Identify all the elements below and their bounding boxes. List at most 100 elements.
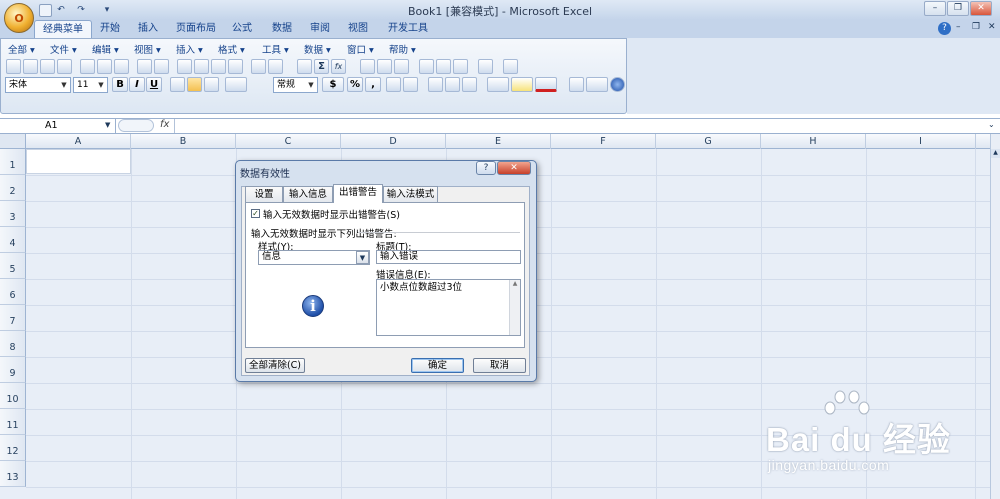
name-box-dropdown-icon[interactable]: ▼ xyxy=(105,121,110,129)
fill-color-icon[interactable] xyxy=(511,77,533,92)
tab-formulas[interactable]: 公式 xyxy=(224,20,260,38)
help-icon[interactable]: ? xyxy=(938,22,951,35)
chart-icon[interactable] xyxy=(419,59,434,74)
menu-tools[interactable]: 工具 ▾ xyxy=(262,42,289,56)
align-left-icon[interactable] xyxy=(170,77,185,92)
tab-view[interactable]: 视图 xyxy=(340,20,376,38)
row-header-1[interactable]: 1 xyxy=(0,149,26,175)
menu-file[interactable]: 文件 ▾ xyxy=(50,42,77,56)
tab-insert[interactable]: 插入 xyxy=(130,20,166,38)
dialog-help-button[interactable]: ? xyxy=(476,161,496,175)
column-header-i[interactable]: I xyxy=(866,134,976,149)
row-header-8[interactable]: 8 xyxy=(0,331,26,357)
select-all-corner[interactable] xyxy=(0,134,26,149)
restore-button[interactable]: ❐ xyxy=(947,1,969,16)
redo-icon[interactable] xyxy=(268,59,283,74)
show-error-checkbox[interactable]: ✓ xyxy=(251,209,260,218)
tab-data[interactable]: 数据 xyxy=(264,20,300,38)
column-header-h[interactable]: H xyxy=(761,134,866,149)
new-icon[interactable] xyxy=(6,59,21,74)
office-button[interactable]: O xyxy=(4,3,34,33)
tab-error-alert[interactable]: 出错警告 xyxy=(333,184,383,203)
bold-button[interactable]: B xyxy=(112,77,128,92)
hyperlink-icon[interactable] xyxy=(297,59,312,74)
styles-icon[interactable] xyxy=(569,77,584,92)
fx-icon[interactable]: fx xyxy=(160,119,169,130)
print-icon[interactable] xyxy=(97,59,112,74)
folder-icon[interactable] xyxy=(503,59,518,74)
cancel-button[interactable]: 取消 xyxy=(473,358,526,373)
row-header-10[interactable]: 10 xyxy=(0,383,26,409)
row-header-13[interactable]: 13 xyxy=(0,461,26,487)
italic-button[interactable]: I xyxy=(129,77,145,92)
row-header-3[interactable]: 3 xyxy=(0,201,26,227)
formula-cancel-enter-icon[interactable] xyxy=(118,119,154,132)
research-icon[interactable] xyxy=(154,59,169,74)
expand-formula-icon[interactable]: ⌄ xyxy=(988,120,995,129)
paste-icon[interactable] xyxy=(211,59,226,74)
undo-icon[interactable] xyxy=(251,59,266,74)
email-icon[interactable] xyxy=(80,59,95,74)
ribbon-restore-icon[interactable]: ❐ xyxy=(972,22,980,32)
wrap-text-icon[interactable] xyxy=(462,77,477,92)
open-icon[interactable] xyxy=(23,59,38,74)
column-header-f[interactable]: F xyxy=(551,134,656,149)
print-preview-icon[interactable] xyxy=(114,59,129,74)
insert-function-icon[interactable]: fx xyxy=(331,59,346,74)
sort-descending-icon[interactable] xyxy=(377,59,392,74)
drawing-icon[interactable] xyxy=(436,59,451,74)
filter-icon[interactable] xyxy=(394,59,409,74)
row-header-11[interactable]: 11 xyxy=(0,409,26,435)
textarea-scrollbar[interactable]: ▲ xyxy=(509,280,520,335)
increase-decimal-icon[interactable] xyxy=(386,77,401,92)
align-center-icon[interactable] xyxy=(187,77,202,92)
marker-icon[interactable] xyxy=(478,59,493,74)
save-icon[interactable] xyxy=(40,59,55,74)
tab-input-message[interactable]: 输入信息 xyxy=(283,186,333,202)
ok-button[interactable]: 确定 xyxy=(411,358,464,373)
borders-icon[interactable] xyxy=(487,77,509,92)
menu-insert[interactable]: 插入 ▾ xyxy=(176,42,203,56)
font-size-combo[interactable]: 11 ▼ xyxy=(73,77,108,93)
number-format-combo[interactable]: 常规 ▼ xyxy=(273,77,318,93)
column-header-d[interactable]: D xyxy=(341,134,446,149)
column-header-c[interactable]: C xyxy=(236,134,341,149)
name-box[interactable]: A1 xyxy=(1,119,116,133)
menu-window[interactable]: 窗口 ▾ xyxy=(347,42,374,56)
tab-classic-menu[interactable]: 经典菜单 xyxy=(34,20,92,38)
alert-title-input[interactable]: 输入错误 xyxy=(376,250,521,264)
menu-format[interactable]: 格式 ▾ xyxy=(218,42,245,56)
row-header-7[interactable]: 7 xyxy=(0,305,26,331)
ribbon-close-icon[interactable]: ✕ xyxy=(988,22,996,32)
formula-input[interactable] xyxy=(174,119,988,133)
close-window-button[interactable]: ✕ xyxy=(970,1,992,16)
ribbon-minimize-icon[interactable]: – xyxy=(956,22,961,32)
style-select[interactable]: 信息 xyxy=(258,250,370,265)
clear-all-button[interactable]: 全部清除(C) xyxy=(245,358,305,373)
menu-view[interactable]: 视图 ▾ xyxy=(134,42,161,56)
zoom-icon[interactable] xyxy=(586,77,608,92)
copy-icon[interactable] xyxy=(194,59,209,74)
row-header-6[interactable]: 6 xyxy=(0,279,26,305)
row-header-12[interactable]: 12 xyxy=(0,435,26,461)
column-header-e[interactable]: E xyxy=(446,134,551,149)
format-painter-icon[interactable] xyxy=(228,59,243,74)
tab-home[interactable]: 开始 xyxy=(92,20,128,38)
decrease-decimal-icon[interactable] xyxy=(403,77,418,92)
merge-center-icon[interactable] xyxy=(225,77,247,92)
tab-page-layout[interactable]: 页面布局 xyxy=(168,20,224,38)
column-header-a[interactable]: A xyxy=(26,134,131,149)
cell-a1-selected[interactable] xyxy=(26,149,131,174)
menu-all[interactable]: 全部 ▾ xyxy=(8,42,35,56)
scroll-up-icon[interactable]: ▲ xyxy=(991,149,1000,158)
table-icon[interactable] xyxy=(453,59,468,74)
cut-icon[interactable] xyxy=(177,59,192,74)
menu-edit[interactable]: 编辑 ▾ xyxy=(92,42,119,56)
align-right-icon[interactable] xyxy=(204,77,219,92)
font-name-combo[interactable]: 宋体 ▼ xyxy=(5,77,71,93)
underline-button[interactable]: U xyxy=(146,77,162,92)
menu-help[interactable]: 帮助 ▾ xyxy=(389,42,416,56)
decrease-indent-icon[interactable] xyxy=(428,77,443,92)
help-icon[interactable] xyxy=(610,77,625,92)
chevron-down-icon[interactable]: ▼ xyxy=(356,251,369,264)
